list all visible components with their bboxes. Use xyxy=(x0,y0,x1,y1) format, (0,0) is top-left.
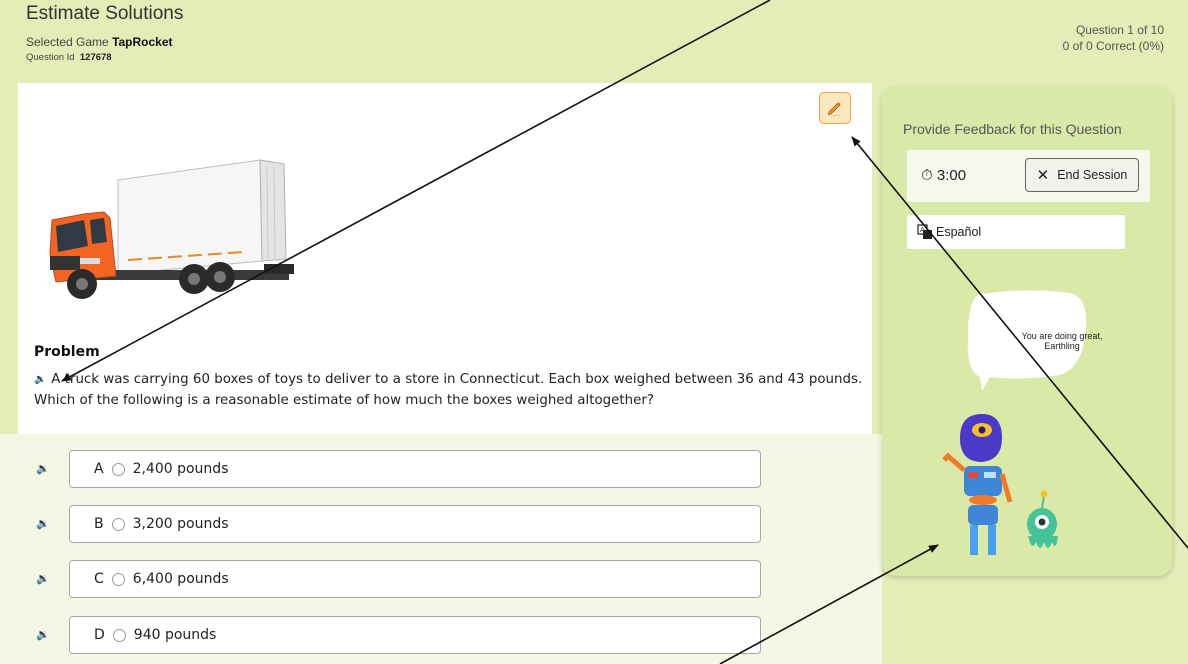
app-title: Estimate Solutions xyxy=(26,3,184,24)
answer-option-b[interactable]: B 3,200 pounds xyxy=(69,505,761,543)
question-progress: Question 1 of 10 xyxy=(1075,23,1164,37)
selected-game-name: TapRocket xyxy=(112,35,173,49)
close-icon: ✕ xyxy=(1036,167,1050,184)
answer-letter: C xyxy=(94,571,104,587)
answer-text: 3,200 pounds xyxy=(132,516,229,532)
correct-progress: 0 of 0 Correct (0%) xyxy=(1062,39,1164,53)
question-id-value: 127678 xyxy=(79,52,112,63)
answer-letter: B xyxy=(94,516,104,532)
stopwatch-icon: ⏱ xyxy=(921,167,933,184)
answer-row-b: 🔉 B 3,200 pounds xyxy=(0,505,882,545)
answer-row-a: 🔉 A 2,400 pounds xyxy=(0,450,882,490)
radio-button[interactable] xyxy=(111,517,125,531)
pencil-icon xyxy=(827,102,841,116)
question-card: Problem 🔉 A truck was carrying 60 boxes … xyxy=(18,83,872,434)
answer-list: 🔉 A 2,400 pounds 🔉 B 3,200 pounds 🔉 C 6,… xyxy=(0,434,882,664)
timer-value: 3:00 xyxy=(936,167,967,184)
speaker-icon[interactable]: 🔉 xyxy=(34,369,47,390)
radio-button[interactable] xyxy=(111,572,125,586)
language-toggle-button[interactable]: A Español xyxy=(907,215,1125,249)
end-session-label: End Session xyxy=(1057,168,1128,182)
side-panel: Provide Feedback for this Question ⏱ 3:0… xyxy=(882,87,1172,576)
answer-text: 940 pounds xyxy=(133,627,217,643)
feedback-link[interactable]: Provide Feedback for this Question xyxy=(903,121,1122,137)
selected-game: Selected Game TapRocket xyxy=(26,35,173,49)
selected-game-label: Selected Game xyxy=(26,35,109,49)
truck-image xyxy=(49,159,294,299)
progress-info: Question 1 of 10 0 of 0 Correct (0%) xyxy=(1063,22,1164,54)
answer-option-a[interactable]: A 2,400 pounds xyxy=(69,450,761,488)
radio-button[interactable] xyxy=(111,462,125,476)
translate-icon: A xyxy=(917,224,932,239)
answer-letter: D xyxy=(94,627,105,643)
answer-option-d[interactable]: D 940 pounds xyxy=(69,616,761,654)
question-id-label: Question Id xyxy=(26,52,75,63)
answer-row-c: 🔉 C 6,400 pounds xyxy=(0,560,882,600)
edit-button[interactable] xyxy=(819,92,851,124)
session-timer: ⏱ 3:00 xyxy=(921,167,966,184)
bubble-message: You are doing great, Earthling xyxy=(1021,331,1103,351)
session-bar: ⏱ 3:00 ✕ End Session xyxy=(907,150,1150,202)
answer-option-c[interactable]: C 6,400 pounds xyxy=(69,560,761,598)
speaker-icon[interactable]: 🔉 xyxy=(36,628,50,641)
header: Estimate Solutions Selected Game TapRock… xyxy=(0,0,1188,82)
speaker-icon[interactable]: 🔉 xyxy=(36,572,50,585)
problem-statement: A truck was carrying 60 boxes of toys to… xyxy=(34,372,863,408)
speaker-icon[interactable]: 🔉 xyxy=(36,517,50,530)
speaker-icon[interactable]: 🔉 xyxy=(36,462,50,475)
problem-text: 🔉 A truck was carrying 60 boxes of toys … xyxy=(34,369,864,411)
answer-text: 2,400 pounds xyxy=(132,461,229,477)
svg-text:A: A xyxy=(920,226,925,234)
language-label: Español xyxy=(936,225,982,239)
end-session-button[interactable]: ✕ End Session xyxy=(1025,158,1139,192)
robot-mascots xyxy=(942,414,1058,555)
question-id: Question Id 127678 xyxy=(26,52,112,63)
problem-heading: Problem xyxy=(34,344,100,360)
radio-button[interactable] xyxy=(112,628,126,642)
answer-letter: A xyxy=(94,461,104,477)
answer-row-d: 🔉 D 940 pounds xyxy=(0,616,882,656)
answer-text: 6,400 pounds xyxy=(132,571,229,587)
